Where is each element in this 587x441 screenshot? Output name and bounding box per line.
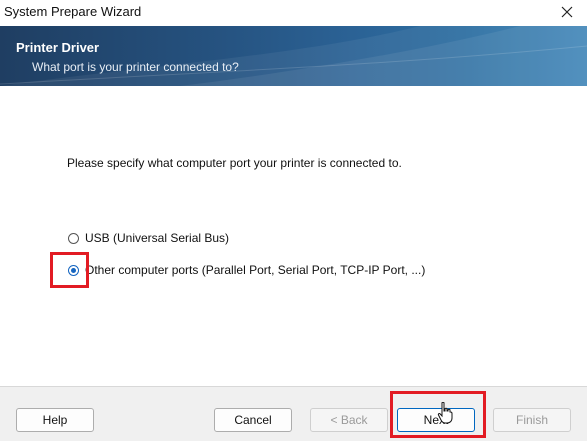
footer-divider [0, 386, 587, 387]
radio-highlight-box [50, 252, 89, 288]
usb-option-label: USB (Universal Serial Bus) [85, 231, 230, 245]
usb-option[interactable]: USB (Universal Serial Bus) [68, 231, 229, 245]
title-bar: System Prepare Wizard [0, 0, 587, 26]
help-button[interactable]: Help [16, 408, 94, 432]
mouse-cursor-icon [437, 402, 453, 424]
banner-heading: Printer Driver [16, 40, 100, 55]
other-ports-option-label: Other computer ports (Parallel Port, Ser… [85, 263, 426, 277]
window-title: System Prepare Wizard [4, 4, 142, 19]
wizard-banner: Printer Driver What port is your printer… [0, 26, 587, 86]
usb-radio[interactable] [68, 232, 79, 244]
finish-button[interactable]: Finish [493, 408, 571, 432]
close-icon[interactable] [553, 0, 581, 24]
cancel-button[interactable]: Cancel [214, 408, 292, 432]
back-button[interactable]: < Back [310, 408, 388, 432]
wizard-content: Please specify what computer port your p… [0, 86, 587, 386]
instruction-text: Please specify what computer port your p… [67, 156, 402, 170]
other-ports-option[interactable]: Other computer ports (Parallel Port, Ser… [68, 263, 425, 277]
banner-subheading: What port is your printer connected to? [32, 60, 239, 74]
banner-swoosh [0, 26, 587, 86]
